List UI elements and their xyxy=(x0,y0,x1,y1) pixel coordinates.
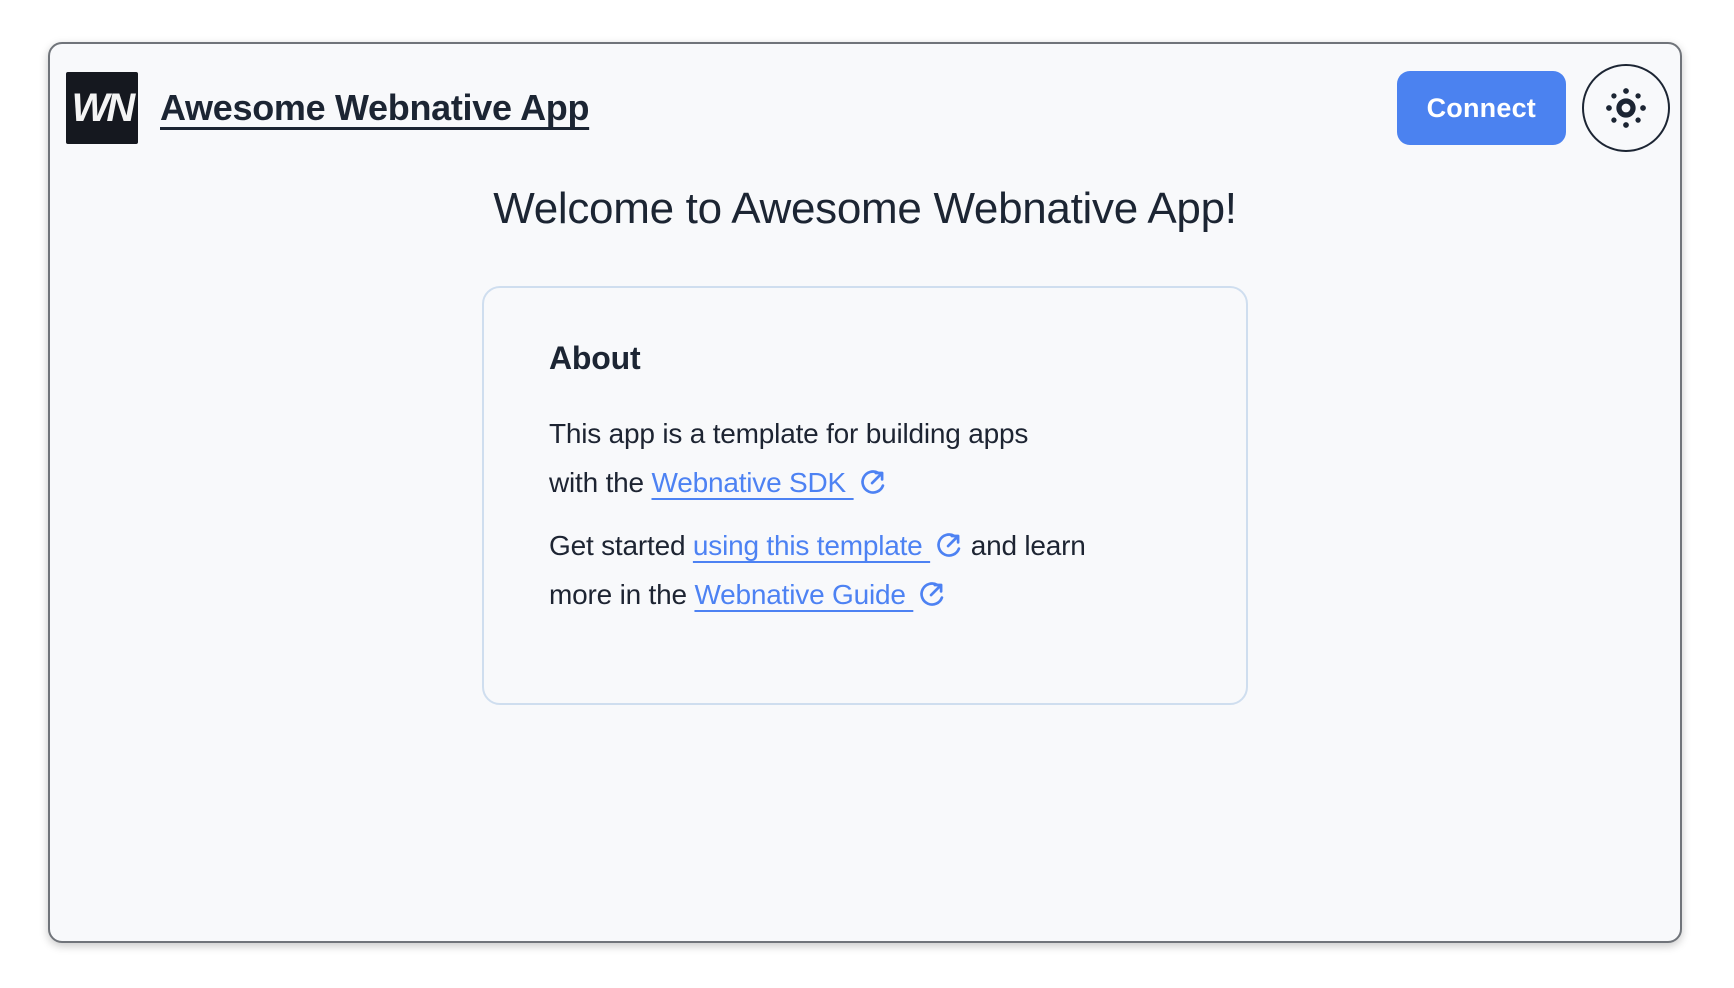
about-paragraph: This app is a template for building apps… xyxy=(549,409,1186,507)
text-run: and learn xyxy=(963,530,1086,561)
about-paragraph: Get started using this template and lear… xyxy=(549,521,1186,619)
about-card: About This app is a template for buildin… xyxy=(482,286,1248,705)
external-link[interactable]: using this template xyxy=(693,530,963,561)
text-run: with the xyxy=(549,467,651,498)
external-link[interactable]: Webnative Guide xyxy=(694,579,946,610)
external-link-icon xyxy=(935,531,963,559)
welcome-heading: Welcome to Awesome Webnative App! xyxy=(50,184,1680,234)
link-label: Webnative Guide xyxy=(694,579,913,610)
about-paragraphs: This app is a template for building apps… xyxy=(549,409,1186,619)
about-heading: About xyxy=(549,340,1186,377)
text-run: Get started xyxy=(549,530,693,561)
link-label: using this template xyxy=(693,530,930,561)
external-link[interactable]: Webnative SDK xyxy=(651,467,886,498)
theme-toggle-button[interactable] xyxy=(1582,64,1670,152)
sun-icon xyxy=(1603,85,1649,131)
connect-button[interactable]: Connect xyxy=(1397,71,1566,145)
external-link-icon xyxy=(859,468,887,496)
wn-logo-icon: WN xyxy=(66,72,138,144)
app-window: WN Awesome Webnative App Connect Welcome… xyxy=(48,42,1682,943)
text-run: more in the xyxy=(549,579,694,610)
app-header: WN Awesome Webnative App Connect xyxy=(50,44,1680,152)
logo-text: WN xyxy=(72,86,133,131)
text-run: This app is a template for building apps xyxy=(549,418,1028,449)
app-title-link[interactable]: Awesome Webnative App xyxy=(160,87,589,129)
external-link-icon xyxy=(918,580,946,608)
link-label: Webnative SDK xyxy=(651,467,853,498)
